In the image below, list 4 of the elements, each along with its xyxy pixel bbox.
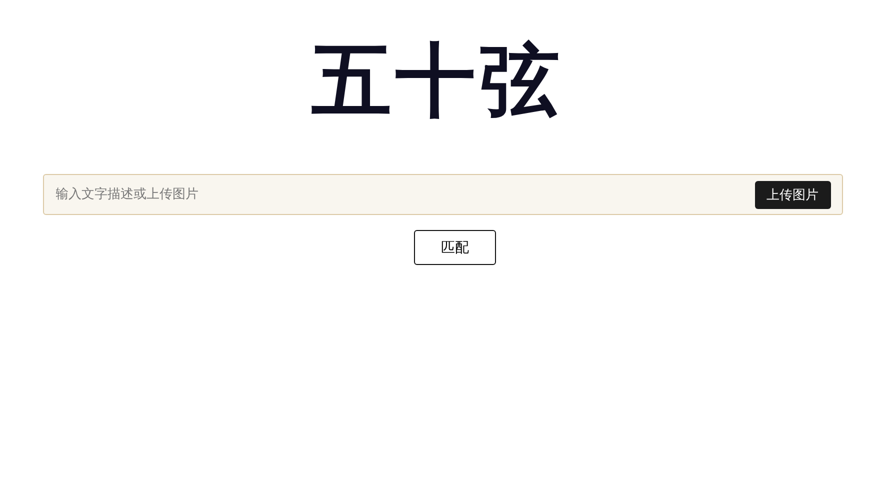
search-field[interactable]: 输入文字描述或上传图片 上传图片 [42,174,842,215]
logo-title: 五十弦 [312,34,564,126]
match-button[interactable]: 匹配 [414,230,496,265]
upload-button[interactable]: 上传图片 [754,180,830,208]
